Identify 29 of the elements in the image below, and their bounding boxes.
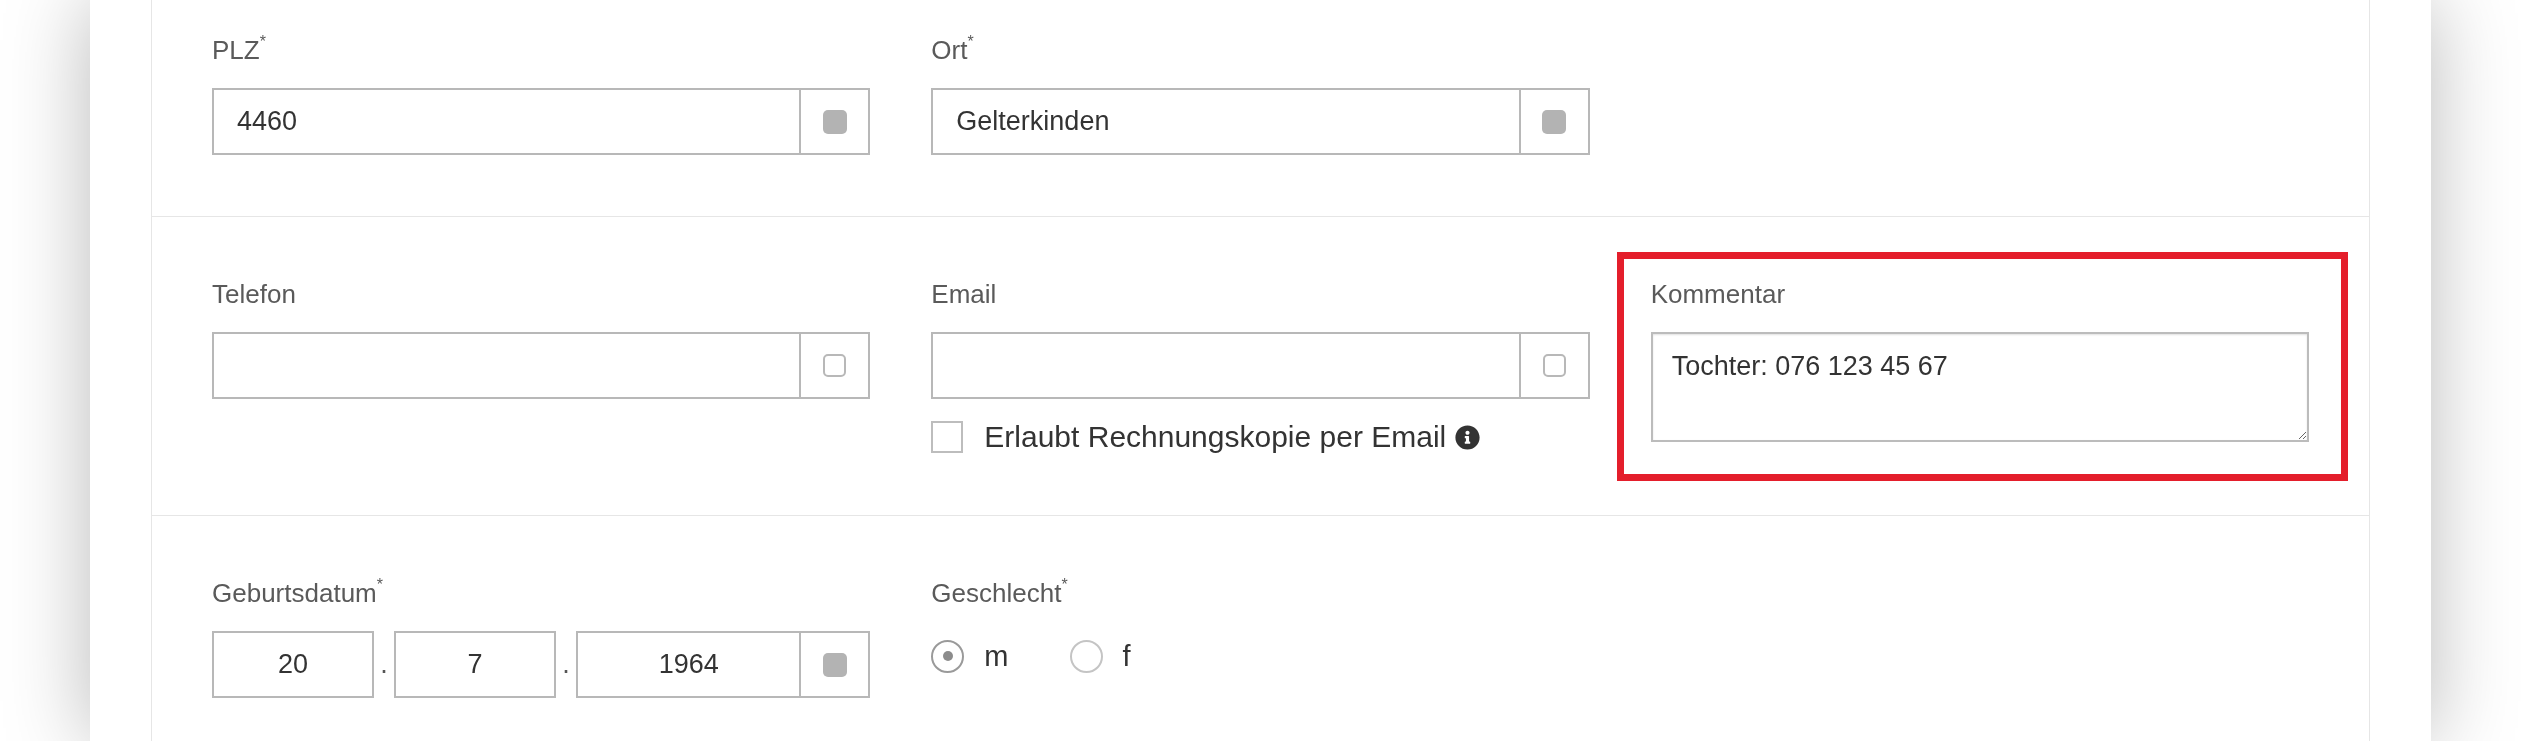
date-separator: . (561, 648, 571, 681)
text-input[interactable]: 4460 (212, 88, 802, 155)
info-icon[interactable] (1455, 424, 1481, 450)
checkbox[interactable] (822, 109, 847, 134)
date-input[interactable]: 1964 (576, 631, 802, 698)
field-label: Email (931, 279, 997, 309)
text-input[interactable]: Gelterkinden (931, 88, 1521, 155)
checkbox[interactable] (1542, 109, 1567, 134)
checkbox[interactable] (1542, 354, 1566, 377)
date-input[interactable]: 7 (394, 631, 556, 698)
radio-label: f (1122, 639, 1131, 673)
comment-textarea[interactable]: Tochter: 076 123 45 67 (1650, 332, 2309, 442)
field-label: Ort$^{*}$ (931, 35, 974, 65)
checkbox[interactable] (931, 421, 964, 453)
date-input[interactable]: 20 (212, 631, 374, 698)
field-label: Telefon (212, 279, 296, 309)
radio-button[interactable] (1069, 639, 1103, 673)
radio-label: m (984, 639, 1009, 673)
field-label: Geburtsdatum$^{*}$ (212, 578, 383, 608)
field-label: PLZ$^{*}$ (212, 35, 266, 65)
date-separator: . (379, 648, 389, 681)
checkbox[interactable] (823, 354, 847, 377)
checkbox-label: Erlaubt Rechnungskopie per Email (984, 420, 1447, 454)
checkbox[interactable] (822, 652, 847, 677)
field-label: Kommentar (1650, 279, 1786, 309)
text-input[interactable] (212, 332, 802, 399)
field-label: Geschlecht$^{*}$ (931, 578, 1068, 608)
text-input[interactable] (931, 332, 1521, 399)
radio-button[interactable] (931, 639, 965, 673)
